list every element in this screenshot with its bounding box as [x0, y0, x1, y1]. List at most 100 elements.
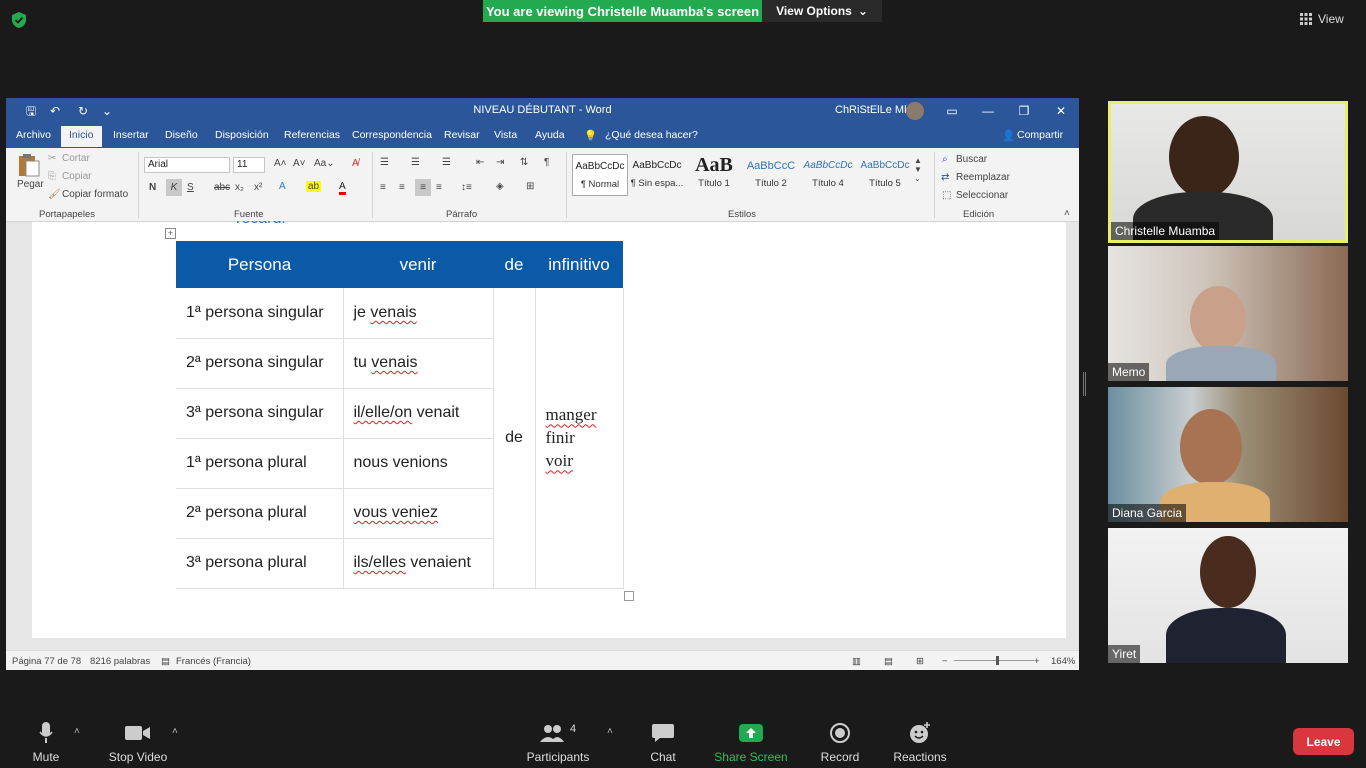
language-status[interactable]: Francés (Francia): [176, 656, 251, 667]
record-button[interactable]: Record: [818, 722, 862, 764]
persona-cell[interactable]: 3ª persona plural: [176, 538, 343, 589]
select-button[interactable]: Seleccionar: [956, 190, 1008, 201]
proofing-icon[interactable]: ▤: [161, 656, 170, 667]
style-heading-4[interactable]: AaBbCcDc Título 4: [800, 154, 856, 196]
venir-cell[interactable]: je venais: [342, 288, 493, 339]
format-painter-button[interactable]: Copiar formato: [62, 189, 128, 200]
justify-icon[interactable]: ≡: [436, 182, 442, 193]
find-button[interactable]: Buscar: [956, 154, 987, 165]
styles-scroll-icon[interactable]: ▲ ▼ ⌄: [914, 156, 922, 183]
numbering-icon[interactable]: ☰: [411, 157, 420, 168]
venir-cell[interactable]: tu venais: [342, 338, 493, 389]
multilevel-list-icon[interactable]: ☰: [442, 157, 451, 168]
persona-cell[interactable]: 1ª persona singular: [176, 288, 343, 339]
underline-icon[interactable]: S: [187, 182, 194, 193]
read-mode-icon[interactable]: ▥: [852, 656, 861, 667]
venir-cell[interactable]: il/elle/on venait: [342, 388, 493, 439]
bold-icon[interactable]: N: [149, 182, 156, 193]
video-tile-yiret[interactable]: Yiret: [1108, 528, 1348, 663]
grow-font-icon[interactable]: A˄: [274, 158, 287, 169]
font-color-icon[interactable]: A: [339, 181, 346, 195]
view-button[interactable]: View: [1300, 8, 1360, 30]
page-count[interactable]: Página 77 de 78: [12, 656, 81, 667]
align-center-icon[interactable]: ≡: [399, 182, 405, 193]
tab-disposicion[interactable]: Disposición: [215, 129, 269, 141]
bullets-icon[interactable]: ☰: [380, 157, 389, 168]
venir-cell[interactable]: vous veniez: [342, 488, 493, 539]
line-spacing-icon[interactable]: ↕≡: [461, 182, 472, 193]
persona-cell[interactable]: 2ª persona plural: [176, 488, 343, 539]
tab-insertar[interactable]: Insertar: [113, 129, 149, 141]
increase-indent-icon[interactable]: ⇥: [496, 157, 504, 168]
web-layout-icon[interactable]: ⊞: [916, 656, 924, 667]
cut-button[interactable]: Cortar: [62, 153, 90, 164]
table-move-handle-icon[interactable]: +: [165, 228, 176, 239]
tab-diseno[interactable]: Diseño: [165, 129, 198, 141]
panel-resize-handle[interactable]: [1083, 372, 1086, 396]
security-shield-icon[interactable]: [10, 11, 28, 29]
tab-referencias[interactable]: Referencias: [284, 129, 340, 141]
tab-revisar[interactable]: Revisar: [444, 129, 480, 141]
align-left-icon[interactable]: ≡: [380, 182, 386, 193]
tab-ayuda[interactable]: Ayuda: [535, 129, 565, 141]
replace-button[interactable]: Reemplazar: [956, 172, 1010, 183]
venir-cell[interactable]: ils/elles venaient: [342, 538, 493, 589]
subscript-icon[interactable]: x₂: [235, 182, 244, 193]
superscript-icon[interactable]: x²: [254, 182, 262, 193]
video-options-caret-icon[interactable]: ˄: [172, 726, 178, 737]
zoom-slider[interactable]: [954, 660, 1034, 661]
collapse-ribbon-icon[interactable]: ˄: [1064, 208, 1070, 219]
font-size-select[interactable]: 11: [233, 157, 265, 173]
text-effects-icon[interactable]: A: [279, 181, 286, 192]
italic-icon[interactable]: K: [166, 179, 182, 196]
participants-button[interactable]: 4 Participants: [524, 722, 592, 764]
zoom-level[interactable]: 164%: [1051, 656, 1075, 667]
restore-icon[interactable]: ❐: [1015, 102, 1033, 120]
zoom-slider-thumb[interactable]: [996, 656, 999, 665]
venir-cell[interactable]: nous venions: [342, 438, 493, 489]
style-heading-2[interactable]: AaBbCcC Título 2: [743, 154, 799, 196]
style-no-spacing[interactable]: AaBbCcDc ¶ Sin espa...: [629, 154, 685, 196]
share-screen-button[interactable]: Share Screen: [713, 722, 789, 764]
video-tile-memo[interactable]: Memo: [1108, 246, 1348, 381]
copy-button[interactable]: Copiar: [62, 171, 91, 182]
stop-video-button[interactable]: Stop Video: [104, 722, 172, 764]
ribbon-display-icon[interactable]: ▭: [943, 102, 961, 120]
avatar[interactable]: [906, 102, 924, 120]
user-name[interactable]: ChRiStElLe Mk: [835, 104, 910, 116]
word-count[interactable]: 8216 palabras: [90, 656, 150, 667]
zoom-out-icon[interactable]: −: [942, 656, 948, 667]
shading-icon[interactable]: ◈: [496, 181, 504, 192]
audio-options-caret-icon[interactable]: ˄: [74, 726, 80, 737]
participants-caret-icon[interactable]: ˄: [607, 726, 613, 737]
decrease-indent-icon[interactable]: ⇤: [476, 157, 484, 168]
paste-icon[interactable]: [16, 152, 42, 178]
clear-formatting-icon[interactable]: A̸: [352, 158, 359, 169]
borders-icon[interactable]: ⊞: [526, 181, 534, 192]
highlight-icon[interactable]: ab: [306, 181, 322, 192]
shrink-font-icon[interactable]: A˅: [293, 158, 306, 169]
share-button[interactable]: Compartir: [1017, 129, 1063, 141]
infinitive-cell[interactable]: manger finir voir: [535, 288, 624, 589]
video-tile-diana[interactable]: Diana Garcia: [1108, 387, 1348, 522]
align-right-icon[interactable]: ≡: [415, 179, 431, 196]
de-cell[interactable]: de: [492, 288, 536, 589]
style-normal[interactable]: AaBbCcDc ¶ Normal: [572, 154, 628, 196]
persona-cell[interactable]: 2ª persona singular: [176, 338, 343, 389]
strikethrough-icon[interactable]: abc: [214, 182, 230, 193]
tab-inicio[interactable]: Inicio: [61, 126, 102, 147]
mute-button[interactable]: Mute: [26, 722, 66, 764]
style-heading-5[interactable]: AaBbCcDc Título 5: [857, 154, 913, 196]
show-marks-icon[interactable]: ¶: [544, 157, 549, 168]
table-resize-handle[interactable]: [624, 591, 634, 601]
leave-button[interactable]: Leave: [1293, 728, 1354, 755]
zoom-in-icon[interactable]: +: [1034, 656, 1040, 667]
view-options-button[interactable]: View Options ⌄: [762, 0, 882, 22]
sort-icon[interactable]: ⇅: [520, 157, 528, 168]
tab-vista[interactable]: Vista: [494, 129, 517, 141]
tab-archivo[interactable]: Archivo: [16, 129, 51, 141]
paste-label[interactable]: Pegar: [17, 179, 44, 190]
tell-me-search[interactable]: ¿Qué desea hacer?: [605, 129, 698, 141]
video-tile-christelle[interactable]: Christelle Muamba: [1108, 101, 1348, 243]
chat-button[interactable]: Chat: [643, 722, 683, 764]
